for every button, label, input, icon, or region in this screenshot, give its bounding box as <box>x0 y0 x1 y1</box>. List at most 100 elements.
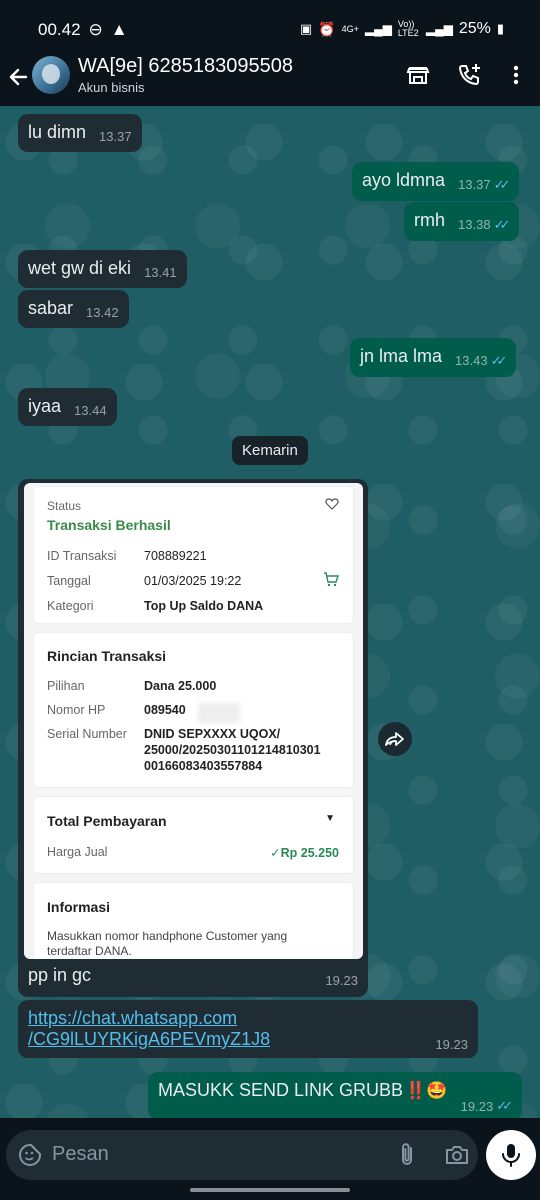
receipt-label: ID Transaksi <box>47 549 117 563</box>
serial-line-2: 25000/20250301101214810301 <box>144 743 321 757</box>
message-bubble[interactable]: jn lma lma 13.43 ✓✓ <box>350 338 517 377</box>
status-value: Transaksi Berhasil <box>47 517 171 533</box>
receipt-value: Dana 25.000 <box>144 679 217 693</box>
message-bubble[interactable]: ayo ldmna 13.37 ✓✓ <box>352 162 520 201</box>
status-right-group: ▣ ⏰ 4G+ ▂▄▆ Vo)) LTE2 ▂▄▆ 25% ▮ <box>300 20 504 38</box>
message-input-box[interactable]: Pesan <box>6 1130 478 1180</box>
chevron-down-icon: ▼ <box>325 813 335 824</box>
message-time: 19.23 <box>325 973 358 988</box>
signal-icon: ▂▄▆ <box>364 22 392 36</box>
voice-record-button[interactable] <box>486 1130 536 1180</box>
receipt-value: 089540 <box>144 703 186 717</box>
status-time: 00.42 <box>38 20 81 39</box>
message-text: MASUKK SEND LINK GRUBB <box>158 1080 404 1100</box>
receipt-image[interactable]: Status Transaksi Berhasil ID Transaksi 7… <box>24 483 363 959</box>
volte-label: Vo)) LTE2 <box>397 19 419 38</box>
more-options-icon[interactable] <box>503 62 529 88</box>
attach-icon[interactable] <box>395 1142 419 1168</box>
alarm-icon: ⏰ <box>318 20 336 37</box>
message-text: sabar <box>28 298 74 318</box>
message-time: 13.37 <box>99 129 132 144</box>
link-message[interactable]: https://chat.whatsapp.com /CG9lLUYRKigA6… <box>18 1000 478 1058</box>
message-text: ayo ldmna <box>362 170 446 190</box>
total-title: Total Pembayaran <box>47 813 167 829</box>
receipt-value: 01/03/2025 19:22 <box>144 574 242 588</box>
price-label: Harga Jual <box>47 845 108 859</box>
receipt-label: Kategori <box>47 599 94 613</box>
message-bubble[interactable]: rmh 13.38 ✓✓ <box>404 202 520 241</box>
read-ticks-icon: ✓✓ <box>490 352 508 368</box>
back-arrow-icon[interactable] <box>8 62 28 92</box>
receipt-label: Pilihan <box>47 679 85 693</box>
gesture-nav-bar[interactable] <box>190 1188 350 1192</box>
receipt-info-card: Informasi Masukkan nomor handphone Custo… <box>34 883 353 959</box>
info-line-1: Masukkan nomor handphone Customer yang <box>47 929 288 943</box>
image-caption: pp in gc <box>28 965 92 985</box>
network-label: 4G+ <box>341 23 359 34</box>
image-message[interactable]: Status Transaksi Berhasil ID Transaksi 7… <box>18 479 368 997</box>
contact-name[interactable]: WA[9e] 6285183095508 <box>78 55 293 78</box>
read-ticks-icon: ✓✓ <box>496 1098 513 1113</box>
link-line-1[interactable]: https://chat.whatsapp.com <box>28 1008 468 1029</box>
message-text: jn lma lma <box>360 346 443 366</box>
receipt-value: 708889221 <box>144 549 207 563</box>
battery-percent: 25% <box>458 20 491 37</box>
message-text: lu dimn <box>28 122 87 142</box>
add-call-icon[interactable] <box>456 62 482 88</box>
message-time: 13.43 <box>455 353 488 368</box>
info-line-2: terdaftar DANA. <box>47 944 132 958</box>
receipt-label: Serial Number <box>47 727 127 741</box>
receipt-total-card: Total Pembayaran ▼ Harga Jual ✓Rp 25.250 <box>34 797 353 873</box>
link-line-2[interactable]: /CG9lLUYRKigA6PEVmyZ1J8 <box>28 1029 468 1050</box>
message-bubble[interactable]: lu dimn 13.37 <box>18 114 142 152</box>
message-text: iyaa <box>28 396 62 416</box>
forward-button[interactable] <box>378 722 412 756</box>
receipt-label: Tanggal <box>47 574 91 588</box>
store-icon[interactable] <box>405 62 431 88</box>
receipt-detail-card: Rincian Transaksi Pilihan Dana 25.000 No… <box>34 633 353 787</box>
price-value-group: ✓Rp 25.250 <box>270 845 339 860</box>
nfc-icon: ▣ <box>299 21 313 36</box>
signal-2-icon: ▂▄▆ <box>425 22 453 36</box>
chat-area[interactable]: lu dimn 13.37 ayo ldmna 13.37 ✓✓ rmh 13.3… <box>0 106 540 1118</box>
message-time: 13.37 <box>458 177 491 192</box>
receipt-value: Top Up Saldo DANA <box>144 599 264 613</box>
message-time: 13.42 <box>86 305 119 320</box>
price-value: Rp 25.250 <box>280 846 339 860</box>
heart-icon <box>325 498 339 510</box>
status-time-group: 00.42 ⊖ ▲ <box>38 20 128 40</box>
avatar[interactable] <box>32 56 70 94</box>
info-title: Informasi <box>47 899 111 915</box>
emoji-text: ‼️🤩 <box>405 1081 448 1100</box>
message-bubble[interactable]: iyaa 13.44 <box>18 388 117 426</box>
chat-header: WA[9e] 6285183095508 Akun bisnis <box>0 52 540 106</box>
receipt-value: DNID SEPXXXX UQOX/ <box>144 727 281 741</box>
sticker-icon[interactable] <box>18 1143 42 1167</box>
receipt-status-card: Status Transaksi Berhasil ID Transaksi 7… <box>34 487 353 623</box>
message-bubble[interactable]: MASUKK SEND LINK GRUBB ‼️🤩 19.23 ✓✓ <box>148 1072 522 1118</box>
forward-icon <box>385 732 404 746</box>
detail-title: Rincian Transaksi <box>47 648 167 664</box>
read-ticks-icon: ✓✓ <box>493 176 511 192</box>
status-label: Status <box>47 499 82 513</box>
message-time: 19.23 <box>460 1098 494 1114</box>
cart-icon <box>324 572 339 587</box>
battery-icon: ▮ <box>496 21 504 36</box>
receipt-label: Nomor HP <box>47 703 106 717</box>
message-bubble[interactable]: wet gw di eki 13.41 <box>18 250 187 288</box>
date-chip: Kemarin <box>232 436 308 465</box>
serial-line-3: 00166083403557884 <box>144 759 263 773</box>
message-time: 13.41 <box>144 265 177 280</box>
redacted-blur <box>198 703 240 723</box>
status-bar: 00.42 ⊖ ▲ ▣ ⏰ 4G+ ▂▄▆ Vo)) LTE2 ▂▄▆ 25% … <box>0 0 540 52</box>
read-ticks-icon: ✓✓ <box>493 216 511 232</box>
message-time: 13.38 <box>458 217 491 232</box>
message-text: wet gw di eki <box>28 258 132 278</box>
dnd-icon: ⊖ <box>88 20 103 39</box>
message-bubble[interactable]: sabar 13.42 <box>18 290 129 328</box>
camera-icon[interactable] <box>444 1143 470 1167</box>
microphone-icon <box>502 1144 520 1167</box>
warning-icon: ▲ <box>110 20 128 39</box>
contact-subtitle[interactable]: Akun bisnis <box>78 80 144 95</box>
message-input[interactable]: Pesan <box>52 1143 109 1166</box>
